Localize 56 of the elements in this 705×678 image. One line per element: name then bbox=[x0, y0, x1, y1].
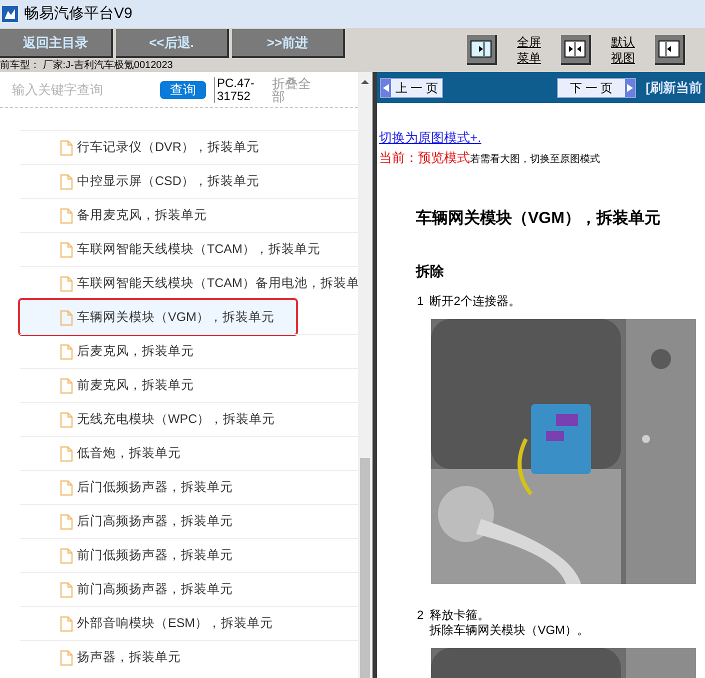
view-link[interactable]: 全屏 菜单 bbox=[511, 34, 547, 66]
app-logo-icon bbox=[2, 6, 18, 22]
tree-item[interactable]: 前麦克风，拆装单元 bbox=[20, 368, 358, 402]
document-icon bbox=[60, 616, 73, 632]
section-title: 车辆网关模块（VGM），拆装单元 bbox=[416, 208, 662, 229]
tree-item[interactable]: 后麦克风，拆装单元 bbox=[20, 334, 358, 368]
tree-item[interactable]: 扬声器，拆装单元 bbox=[20, 640, 358, 674]
tree-item[interactable]: 外部音响模块（ESM），拆装单元 bbox=[20, 606, 358, 640]
panel-toggle-button[interactable] bbox=[467, 35, 497, 65]
document-icon bbox=[60, 242, 73, 258]
document-icon bbox=[60, 378, 73, 394]
view-link[interactable]: 默认 视图 bbox=[605, 34, 641, 66]
mode-label: 当前：预览模式 bbox=[379, 148, 470, 166]
mode-switch-link[interactable]: 切换为原图模式+. bbox=[379, 128, 482, 148]
panel-toggle-button[interactable] bbox=[561, 35, 591, 65]
document-icon bbox=[60, 174, 73, 190]
tree-item[interactable]: 前门高频扬声器，拆装单元 bbox=[20, 572, 358, 606]
document-icon bbox=[60, 412, 73, 428]
tree-item[interactable]: 中控显示屏（CSD），拆装单元 bbox=[20, 164, 358, 198]
search-button[interactable]: 查询 bbox=[160, 80, 206, 98]
refresh-link[interactable]: [刷新当前 bbox=[646, 78, 702, 98]
document-icon bbox=[60, 344, 73, 360]
document-icon bbox=[60, 514, 73, 530]
document-icon bbox=[60, 650, 73, 666]
tree-item[interactable]: 无线充电模块（WPC），拆装单元 bbox=[20, 402, 358, 436]
tree-item[interactable]: 车联网智能天线模块（TCAM），拆装单元 bbox=[20, 232, 358, 266]
panel-toggle-button[interactable] bbox=[655, 35, 685, 65]
tree-item[interactable]: 行车记录仪（DVR），拆装单元 bbox=[20, 130, 358, 164]
code-text: PC.47-31752 bbox=[214, 76, 264, 102]
document-icon bbox=[60, 480, 73, 496]
tree-item[interactable]: 低音炮，拆装单元 bbox=[20, 436, 358, 470]
tree-item[interactable]: 后门低频扬声器，拆装单元 bbox=[20, 470, 358, 504]
tree-item[interactable]: 车辆网关模块（VGM），拆装单元 bbox=[20, 300, 296, 334]
next-page-button[interactable]: 下 一 页 bbox=[557, 78, 636, 98]
document-icon bbox=[60, 208, 73, 224]
step-text: 释放卡箍。 bbox=[430, 608, 491, 623]
previous-page-button[interactable]: 上 一 页 bbox=[380, 78, 444, 98]
window-title: 畅易汽修平台V9 bbox=[24, 4, 132, 24]
document-icon bbox=[60, 140, 73, 156]
scrollbar[interactable] bbox=[358, 72, 372, 678]
document-icon bbox=[60, 446, 73, 462]
tree-item[interactable]: 前门低频扬声器，拆装单元 bbox=[20, 538, 358, 572]
step-number: 2 bbox=[417, 608, 424, 624]
step-number: 1 bbox=[417, 294, 424, 309]
tree-item[interactable]: 后门高频扬声器，拆装单元 bbox=[20, 504, 358, 538]
document-icon bbox=[60, 276, 73, 292]
vehicle-info: 前车型： 厂家:J-吉利汽车极氪0012023 bbox=[0, 60, 173, 72]
document-icon bbox=[60, 310, 73, 326]
document-icon bbox=[60, 548, 73, 564]
step-text: 拆除车辆网关模块（VGM）。 bbox=[430, 623, 590, 638]
mode-hint: 若需看大图，切换至原图模式 bbox=[470, 152, 600, 166]
document-icon bbox=[60, 582, 73, 598]
step-text: 断开2个连接器。 bbox=[430, 294, 520, 309]
tree-item[interactable]: 备用麦克风，拆装单元 bbox=[20, 198, 358, 232]
search-field[interactable]: 输入关键字查询 bbox=[12, 80, 152, 100]
subsection-heading: 拆除 bbox=[416, 262, 445, 281]
